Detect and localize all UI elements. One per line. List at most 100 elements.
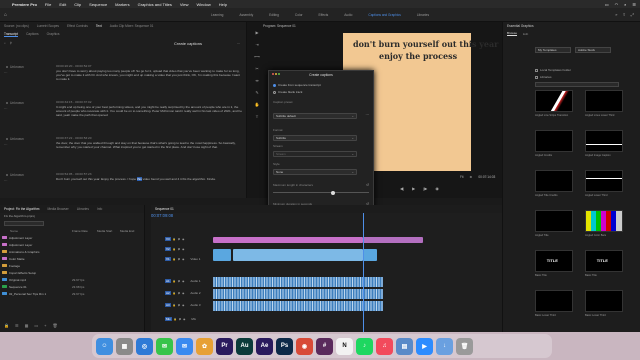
project-item[interactable]: Footage bbox=[2, 263, 142, 268]
dock-app-after-effects[interactable]: Ae bbox=[256, 337, 273, 355]
libraries-checkbox[interactable]: Libraries bbox=[535, 75, 552, 79]
dock-app-trash[interactable]: 🗑 bbox=[456, 337, 473, 355]
dock-app-spotify[interactable]: ♪ bbox=[356, 337, 373, 355]
track-header[interactable]: V2 🔒 ⇄ ◉ bbox=[165, 245, 213, 253]
caption-block[interactable]: ⋯ Unknown 00:00:20:20 - 00:00:54:07 you … bbox=[0, 62, 246, 100]
export-frame-icon[interactable]: ◉ bbox=[435, 186, 439, 191]
track-header[interactable]: Mix 🔒 ⇄ ◉ Mix bbox=[165, 315, 213, 323]
tab-libraries[interactable]: Libraries bbox=[77, 207, 89, 211]
template-thumbnail[interactable]: TITLE bbox=[585, 250, 623, 272]
lock-icon[interactable]: 🔒 bbox=[173, 258, 176, 261]
more-icon[interactable]: ⋯ bbox=[4, 107, 8, 111]
menu-edit[interactable]: Edit bbox=[59, 2, 66, 7]
slider-thumb[interactable] bbox=[331, 190, 335, 195]
template-thumbnail[interactable] bbox=[535, 210, 573, 232]
share-icon[interactable]: ⇪ bbox=[622, 12, 625, 17]
dock-app-audition[interactable]: Au bbox=[236, 337, 253, 355]
style-select[interactable]: None bbox=[273, 169, 357, 175]
dock-app-finder[interactable]: ☺ bbox=[96, 337, 113, 355]
menu-app-name[interactable]: Premiere Pro bbox=[12, 2, 37, 7]
tab-sequence[interactable]: Sequence 01 bbox=[155, 207, 174, 211]
zoom-dot[interactable] bbox=[278, 73, 280, 75]
more-icon[interactable]: ⋯ bbox=[4, 71, 8, 75]
create-captions-button[interactable]: Create captions bbox=[174, 41, 202, 46]
sync-icon[interactable]: ⇄ bbox=[178, 238, 180, 241]
project-item[interactable]: Original.mp4 29.97 fps bbox=[2, 277, 142, 282]
project-item[interactable]: Animations & Graphics bbox=[2, 249, 142, 254]
eye-icon[interactable]: ◉ bbox=[183, 318, 185, 321]
template-thumbnail[interactable]: TITLE bbox=[535, 250, 573, 272]
tab-lumetri-scopes[interactable]: Lumetri Scopes bbox=[37, 24, 59, 28]
template-thumbnail[interactable] bbox=[585, 90, 623, 112]
workspace-tab-captions[interactable]: Captions and Graphics bbox=[368, 13, 400, 17]
dock-app-downloads[interactable]: ↓ bbox=[436, 337, 453, 355]
project-item[interactable]: Import Effects Setup bbox=[2, 270, 142, 275]
workspace-tab-audio[interactable]: Audio bbox=[344, 13, 352, 17]
workspace-tab-assembly[interactable]: Assembly bbox=[239, 13, 253, 17]
trash-icon[interactable]: 🗑 bbox=[52, 323, 57, 328]
close-dot[interactable] bbox=[272, 73, 274, 75]
control-center-icon[interactable]: ☰ bbox=[632, 2, 636, 7]
reset-icon[interactable]: ↺ bbox=[366, 183, 369, 187]
sync-icon[interactable]: ⇄ bbox=[178, 248, 180, 251]
project-item[interactable]: Sequence 01 23.98 fps bbox=[2, 284, 142, 289]
my-templates-button[interactable]: My Templates bbox=[535, 47, 571, 53]
project-item[interactable]: Adjustment Layer bbox=[2, 242, 142, 247]
col-name[interactable]: Name bbox=[10, 229, 18, 233]
caption-block[interactable]: ⋯ Unknown 00:00:54:05 - 00:00:57:23 Don'… bbox=[0, 170, 246, 208]
lock-icon[interactable]: 🔒 bbox=[174, 318, 177, 321]
dock-app-notion[interactable]: N bbox=[336, 337, 353, 355]
track-header[interactable]: A1 🔒 ⇄ ◉ Audio 1 bbox=[165, 277, 213, 285]
fullscreen-icon[interactable]: ⤢ bbox=[631, 12, 634, 17]
workspace-tab-libraries[interactable]: Libraries bbox=[417, 13, 429, 17]
caption-block[interactable]: ⋯ Unknown 00:00:37:22 - 00:00:53:20 the … bbox=[0, 134, 246, 172]
wifi-icon[interactable]: ◠ bbox=[615, 2, 619, 7]
list-view-icon[interactable]: ☰ bbox=[15, 323, 19, 328]
tab-info[interactable]: Info bbox=[97, 207, 102, 211]
menu-graphics[interactable]: Graphics and Titles bbox=[138, 2, 172, 7]
caption-text[interactable]: It might end up being one of your best p… bbox=[56, 105, 242, 118]
home-icon[interactable]: ⌂ bbox=[4, 12, 7, 18]
video-clip[interactable] bbox=[363, 249, 377, 261]
video-clip[interactable] bbox=[213, 249, 231, 261]
menu-help[interactable]: Help bbox=[219, 2, 227, 7]
format-select[interactable]: Subtitle bbox=[273, 135, 357, 141]
max-length-slider[interactable] bbox=[273, 190, 369, 195]
playhead[interactable] bbox=[363, 213, 364, 332]
pen-tool-icon[interactable]: ✎ bbox=[255, 90, 258, 95]
audio-clip[interactable] bbox=[213, 277, 383, 287]
track-label[interactable]: V1 bbox=[165, 257, 171, 261]
search-icon[interactable]: ⌕ bbox=[4, 41, 6, 45]
minimize-dot[interactable] bbox=[275, 73, 277, 75]
track-label[interactable]: A2 bbox=[165, 291, 171, 295]
battery-icon[interactable]: ▭ bbox=[605, 2, 609, 7]
track-label[interactable]: A1 bbox=[165, 279, 171, 283]
col-media-end[interactable]: Media End bbox=[120, 229, 134, 233]
track-header[interactable]: V1 🔒 ⇄ ◉ Video 1 bbox=[165, 255, 213, 263]
lock-icon[interactable]: 🔒 bbox=[173, 292, 176, 295]
play-icon[interactable]: ▶ bbox=[412, 186, 415, 191]
menu-file[interactable]: File bbox=[45, 2, 51, 7]
track-header[interactable]: A2 🔒 ⇄ ◉ Audio 2 bbox=[165, 289, 213, 297]
dock-app-premiere-pro[interactable]: Pr bbox=[216, 337, 233, 355]
dock-app-photos[interactable]: ✿ bbox=[196, 337, 213, 355]
lock-icon[interactable]: 🔒 bbox=[173, 280, 176, 283]
dock-app-slack[interactable]: # bbox=[316, 337, 333, 355]
dock-app-safari[interactable]: ◎ bbox=[136, 337, 153, 355]
sync-icon[interactable]: ⇄ bbox=[178, 280, 180, 283]
adobe-stock-button[interactable]: Adobe Stock bbox=[575, 47, 611, 53]
audio-clip[interactable] bbox=[213, 301, 383, 311]
tab-audio-clip-mixer[interactable]: Audio Clip Mixer: Sequence 01 bbox=[110, 24, 154, 28]
project-item[interactable]: Adjustment Layer bbox=[2, 235, 142, 240]
filter-icon[interactable]: ⚲ bbox=[10, 41, 12, 45]
caption-text[interactable]: Don't burn yourself out this year. Enjoy… bbox=[56, 177, 242, 181]
template-thumbnail[interactable] bbox=[535, 130, 573, 152]
radio-from-transcript[interactable]: Create from sequence transcript bbox=[273, 83, 321, 87]
track-label[interactable]: V2 bbox=[165, 247, 171, 251]
col-frame-rate[interactable]: Frame Rate bbox=[72, 229, 88, 233]
video-clip[interactable] bbox=[213, 237, 363, 243]
workspace-tab-effects[interactable]: Effects bbox=[319, 13, 329, 17]
more-options-icon[interactable]: ⋯ bbox=[237, 41, 240, 45]
tab-text[interactable]: Text bbox=[96, 24, 102, 28]
tab-source[interactable]: Source: (no clips) bbox=[4, 24, 29, 28]
